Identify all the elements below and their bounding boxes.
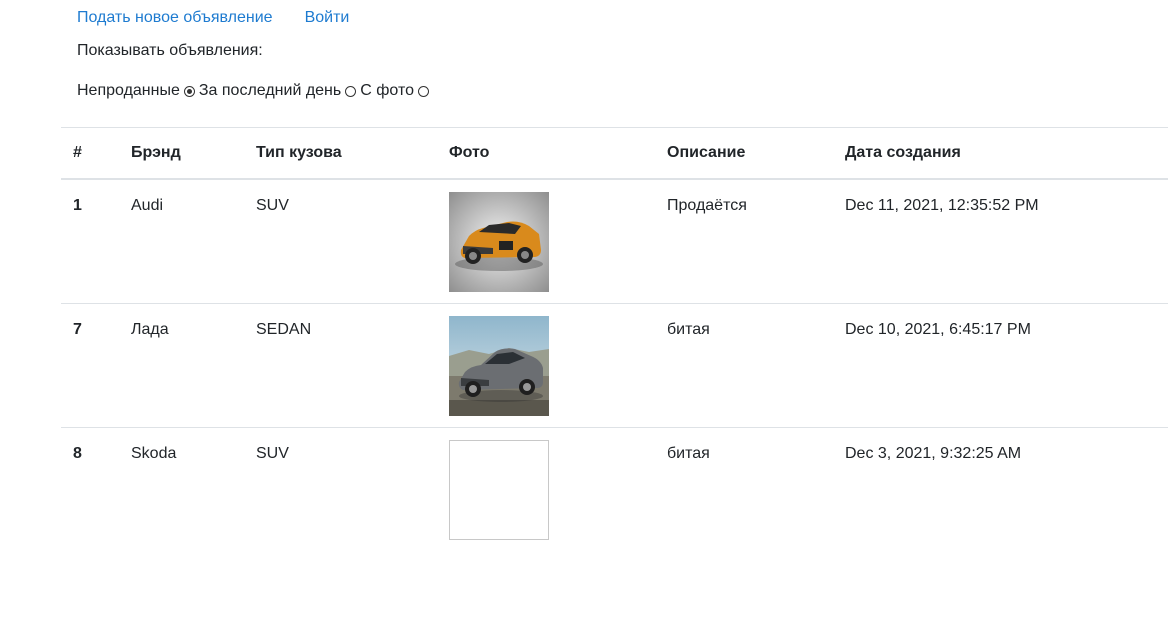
filter-unsold[interactable]: Непроданные bbox=[77, 82, 199, 100]
filter-last-day[interactable]: За последний день bbox=[199, 82, 360, 100]
filter-unsold-label: Непроданные bbox=[77, 82, 180, 99]
row-num: 7 bbox=[73, 320, 82, 338]
row-created: Dec 11, 2021, 12:35:52 PM bbox=[845, 197, 1039, 214]
table-row: 7 Лада SEDAN битая Dec 10, 2021, 6:45:17… bbox=[61, 303, 1168, 428]
table-header-row: # Брэнд Тип кузова Фото Описание Дата со… bbox=[61, 127, 1168, 180]
top-nav: Подать новое объявление Войти bbox=[77, 9, 349, 27]
filter-group: Непроданные За последний день С фото bbox=[77, 82, 433, 100]
broken-image-icon bbox=[449, 439, 549, 540]
radio-with-photo[interactable] bbox=[418, 85, 429, 97]
filter-last-day-label: За последний день bbox=[198, 82, 342, 99]
row-body-type: SUV bbox=[256, 444, 289, 462]
radio-unsold[interactable] bbox=[183, 85, 195, 97]
ads-table: # Брэнд Тип кузова Фото Описание Дата со… bbox=[61, 127, 1168, 551]
filter-label: Показывать объявления: bbox=[77, 42, 263, 59]
row-created: Dec 3, 2021, 9:32:25 AM bbox=[845, 444, 1022, 462]
login-link[interactable]: Войти bbox=[305, 9, 350, 27]
car-photo-grey-sedan bbox=[449, 315, 549, 416]
table-row: 1 Audi SUV Продаётся Dec 11, 2021, 12:35… bbox=[61, 179, 1168, 304]
table-row: 8 Skoda SUV битая Dec 3, 2021, 9:32:25 A… bbox=[61, 427, 1168, 551]
filter-with-photo-label: С фото bbox=[360, 82, 414, 99]
row-num: 8 bbox=[73, 444, 82, 462]
new-ad-link[interactable]: Подать новое объявление bbox=[77, 9, 273, 27]
car-photo-orange-suv bbox=[449, 192, 549, 292]
header-created: Дата создания bbox=[833, 127, 1168, 180]
row-description: битая bbox=[667, 320, 710, 338]
row-body-type: SUV bbox=[256, 197, 289, 214]
row-brand: Skoda bbox=[131, 444, 177, 462]
row-brand: Лада bbox=[131, 320, 169, 338]
header-photo: Фото bbox=[437, 127, 655, 180]
header-description: Описание bbox=[655, 127, 833, 180]
header-brand: Брэнд bbox=[119, 127, 244, 180]
row-num: 1 bbox=[73, 197, 82, 214]
filter-with-photo[interactable]: С фото bbox=[360, 82, 433, 100]
row-description: битая bbox=[667, 444, 710, 462]
header-body-type: Тип кузова bbox=[244, 127, 437, 180]
row-created: Dec 10, 2021, 6:45:17 PM bbox=[845, 320, 1031, 338]
row-description: Продаётся bbox=[667, 197, 747, 214]
row-brand: Audi bbox=[131, 197, 164, 214]
radio-last-day[interactable] bbox=[345, 85, 357, 97]
header-num: # bbox=[61, 127, 119, 180]
row-body-type: SEDAN bbox=[256, 320, 312, 338]
